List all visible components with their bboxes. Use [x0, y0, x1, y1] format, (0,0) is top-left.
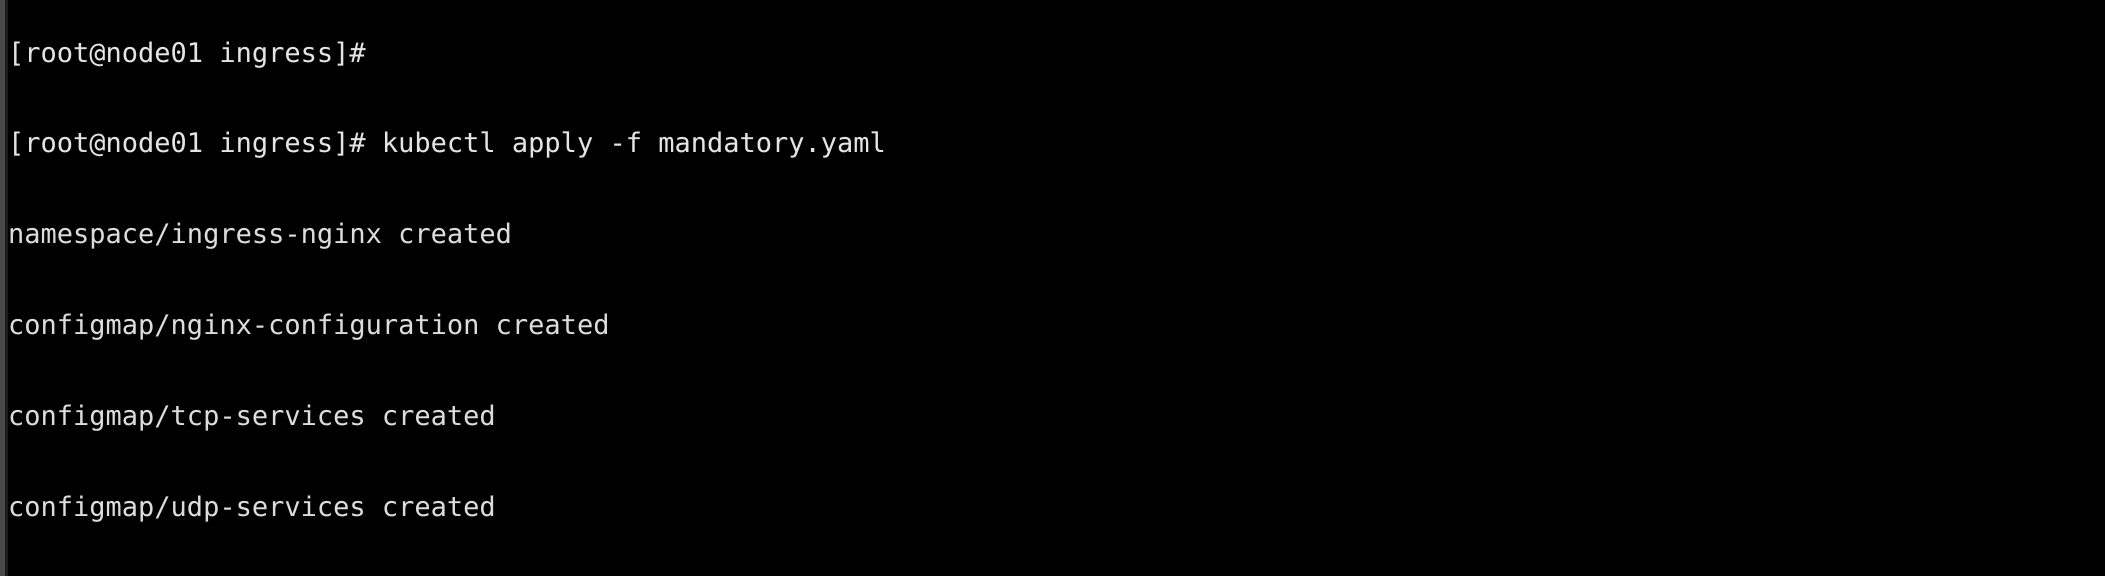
terminal-line-configmap-tcp-services: configmap/tcp-services created: [8, 401, 496, 433]
terminal-line-command: [root@node01 ingress]# kubectl apply -f …: [8, 128, 886, 160]
terminal-line-prompt-top: [root@node01 ingress]#: [8, 37, 366, 69]
terminal-line-namespace: namespace/ingress-nginx created: [8, 219, 512, 251]
terminal-line-configmap-udp-services: configmap/udp-services created: [8, 492, 496, 524]
terminal-line-configmap-nginx-configuration: configmap/nginx-configuration created: [8, 310, 610, 342]
terminal-window[interactable]: [root@node01 ingress]# [root@node01 ingr…: [0, 0, 2105, 576]
window-left-edge-inner: [5, 0, 8, 576]
terminal-output-area[interactable]: [root@node01 ingress]# [root@node01 ingr…: [8, 0, 2105, 576]
